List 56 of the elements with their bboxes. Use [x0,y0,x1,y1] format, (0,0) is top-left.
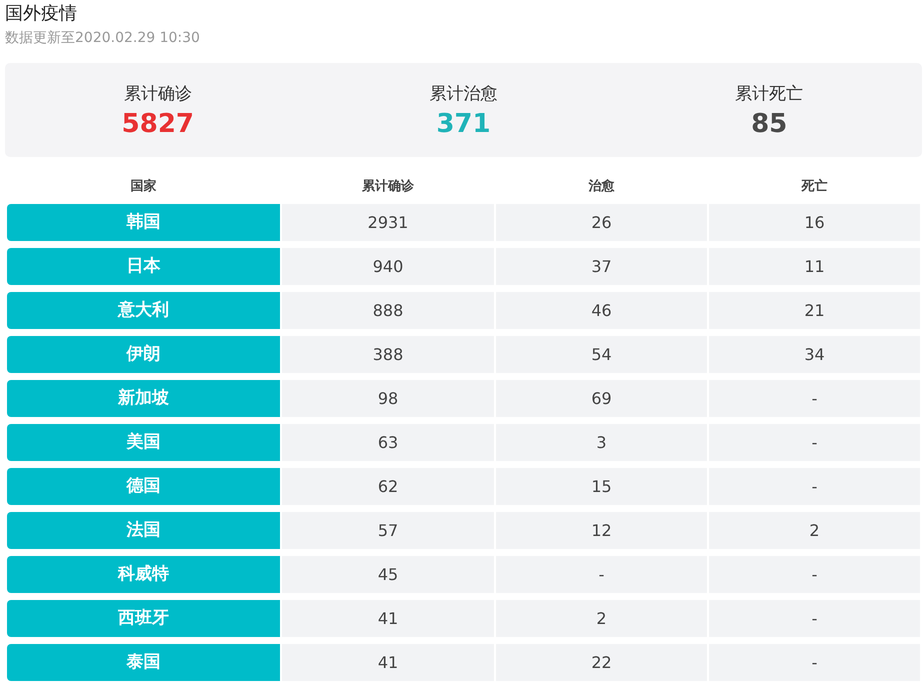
table-cell: 45 [282,556,494,593]
table-cell: 3 [496,424,707,461]
table-cell: 888 [282,292,494,329]
country-cell: 新加坡 [7,380,280,417]
table-cell: 26 [496,204,707,241]
table-cell: 22 [496,644,707,681]
table-cell: - [709,644,920,681]
column-header: 国家 [130,179,158,195]
table-cell: 46 [496,292,707,329]
country-cell: 伊朗 [7,336,280,373]
table-cell: 15 [496,468,707,505]
table-cell: 69 [496,380,707,417]
table-cell: 41 [282,644,494,681]
column-header: 治愈 [588,179,616,195]
stat-value: 85 [751,108,788,138]
column-header: 累计确诊 [361,179,415,195]
table-cell: 37 [496,248,707,285]
country-cell: 韩国 [7,204,280,241]
table-cell: 63 [282,424,494,461]
stat-value: 371 [436,108,491,138]
table-cell: - [709,556,920,593]
table-cell: 940 [282,248,494,285]
table-cell: 54 [496,336,707,373]
stat-value: 5827 [122,108,194,138]
table-cell: 21 [709,292,920,329]
table-cell: 11 [709,248,920,285]
country-cell: 西班牙 [7,600,280,637]
country-cell: 法国 [7,512,280,549]
table-cell: 2 [496,600,707,637]
table-cell: 41 [282,600,494,637]
table-cell: - [709,380,920,417]
table-cell: - [709,424,920,461]
table-cell: 12 [496,512,707,549]
table-cell: 34 [709,336,920,373]
table-cell: 57 [282,512,494,549]
stat-label: 累计确诊 [124,82,192,104]
table-cell: - [709,468,920,505]
country-cell: 日本 [7,248,280,285]
stat-label: 累计治愈 [429,82,498,104]
page-title: 国外疫情 [5,2,77,26]
table-cell: 388 [282,336,494,373]
update-time: 数据更新至2020.02.29 10:30 [5,29,200,48]
column-header: 死亡 [800,179,828,195]
table-cell: 2 [709,512,920,549]
country-cell: 科威特 [7,556,280,593]
table-cell: 16 [709,204,920,241]
country-cell: 德国 [7,468,280,505]
country-cell: 泰国 [7,644,280,681]
country-cell: 意大利 [7,292,280,329]
stat-label: 累计死亡 [735,82,804,104]
table-cell: 2931 [282,204,494,241]
table-cell: 62 [282,468,494,505]
table-cell: - [496,556,707,593]
country-cell: 美国 [7,424,280,461]
table-cell: - [709,600,920,637]
table-cell: 98 [282,380,494,417]
